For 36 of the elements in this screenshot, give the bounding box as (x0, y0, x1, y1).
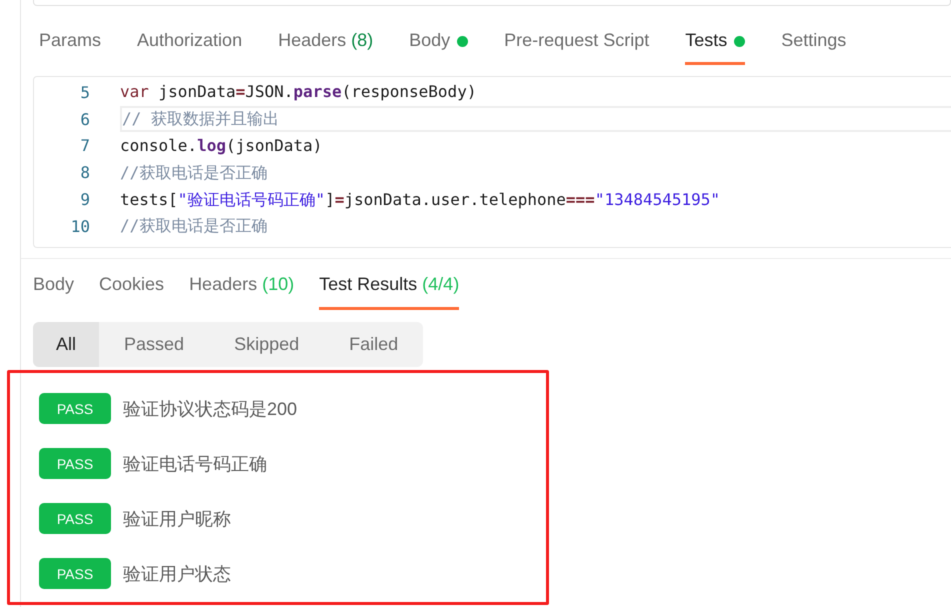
pass-badge: PASS (39, 503, 111, 534)
request-tab[interactable]: Body (409, 24, 468, 65)
test-name: 验证协议状态码是200 (123, 398, 298, 420)
test-name: 验证用户昵称 (123, 508, 231, 530)
request-tab[interactable]: Authorization (137, 24, 242, 65)
request-tab[interactable]: Settings (781, 24, 846, 65)
code-editor[interactable]: 5 var jsonData=JSON.parse(responseBody) 6 // 获取数据并且输出 7 console.log(jsonData) 8 //获取电话是否正确 9 tests["验证电话号码正确"]=jsonData.user.telephone==="13484545195" 10 //获取电话是否正确 (33, 76, 951, 248)
request-tab[interactable]: Params (39, 24, 102, 65)
pass-badge: PASS (39, 448, 111, 479)
response-tab[interactable]: Headers (10) (189, 274, 294, 307)
line-number: 9 (79, 190, 91, 210)
response-tab[interactable]: Test Results (4/4) (319, 274, 460, 310)
filter-button[interactable]: Passed (99, 322, 210, 367)
request-tab[interactable]: Headers (8) (278, 24, 374, 65)
line-number: 8 (79, 163, 91, 182)
request-tab[interactable]: Tests (685, 24, 746, 65)
line-number: 10 (70, 216, 91, 236)
code-line: //获取电话是否正确 (120, 162, 268, 184)
filter-button[interactable]: Skipped (209, 322, 324, 367)
response-tab[interactable]: Cookies (99, 274, 164, 307)
line-number: 7 (79, 136, 91, 156)
code-line: // 获取数据并且输出 (120, 106, 951, 132)
code-line: console.log(jsonData) (120, 134, 324, 157)
code-line: tests["验证电话号码正确"]=jsonData.user.telephone==="13484545195" (120, 188, 722, 211)
line-number: 6 (79, 110, 91, 129)
filter-button[interactable]: Failed (324, 322, 424, 367)
line-number: 5 (79, 82, 91, 102)
test-name: 验证用户状态 (123, 562, 231, 586)
pass-badge: PASS (39, 558, 111, 589)
response-tab[interactable]: Body (33, 274, 74, 307)
filter-button[interactable]: All (33, 322, 100, 367)
code-line: //获取电话是否正确 (120, 215, 268, 238)
pass-badge: PASS (39, 393, 111, 424)
code-line: var jsonData=JSON.parse(responseBody) (120, 81, 478, 104)
test-name: 验证电话号码正确 (123, 452, 267, 476)
request-tab[interactable]: Pre-request Script (504, 24, 650, 65)
